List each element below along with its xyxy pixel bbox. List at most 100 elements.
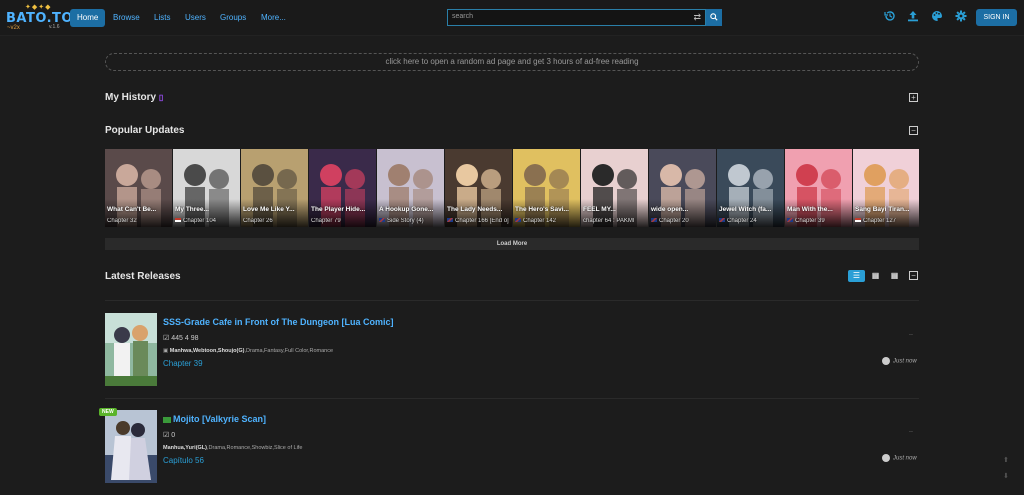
- popular-card-title: The Player Hide...: [311, 206, 366, 213]
- more-options-icon[interactable]: ..: [909, 427, 913, 434]
- popular-card-chapter-text: Chapter 142: [523, 218, 557, 224]
- site-logo[interactable]: ✦◆✦◆ BATO.TO ~v2x v.1.6: [5, 2, 72, 32]
- palette-icon[interactable]: [929, 10, 945, 26]
- nav-home[interactable]: Home: [70, 9, 106, 27]
- popular-card-chapter: Chapter 39: [787, 218, 851, 224]
- popular-card-title: wide open...: [651, 206, 689, 213]
- load-more-button[interactable]: Load More: [105, 238, 919, 250]
- history-heading: My History ▯: [105, 92, 163, 103]
- popular-card-chapter: Chapter 79: [311, 218, 375, 224]
- divider: [105, 398, 919, 399]
- popular-card-chapter-text: Chapter 24: [727, 218, 757, 224]
- sign-in-button[interactable]: SIGN IN: [976, 9, 1017, 26]
- release-chapter[interactable]: Chapter 39: [163, 359, 203, 368]
- nav-groups[interactable]: Groups: [220, 9, 246, 27]
- popular-card-chapter-text: chapter 64 : PAKMI: [583, 218, 635, 224]
- popular-card[interactable]: What Can't Be... Chapter 32: [105, 149, 172, 227]
- search-placeholder: search: [452, 13, 474, 20]
- history-title: My History: [105, 92, 157, 103]
- popular-card-chapter-text: Chapter 32: [107, 218, 137, 224]
- popular-card[interactable]: A Hookup Gone... Side Story (4): [377, 149, 444, 227]
- popular-card-chapter: Chapter 20: [651, 218, 715, 224]
- latest-collapse-button[interactable]: −: [909, 271, 918, 280]
- view-list-button[interactable]: ☰: [848, 270, 865, 282]
- release-time-text: Just now: [893, 358, 917, 365]
- logo-sub: ~v2x: [7, 25, 20, 31]
- popular-card-title: Man With the...: [787, 206, 833, 213]
- avatar[interactable]: [882, 454, 890, 462]
- flag-icon: [787, 218, 793, 223]
- logo-version: v.1.6: [49, 24, 60, 30]
- popular-card-title: The Hero's Savi...: [515, 206, 569, 213]
- release-title[interactable]: Mojito [Valkyrie Scan]: [173, 414, 266, 424]
- latest-title: Latest Releases: [105, 271, 181, 282]
- release-time: Just now: [882, 454, 917, 462]
- popular-collapse-button[interactable]: −: [909, 126, 918, 135]
- release-time-text: Just now: [893, 455, 917, 462]
- logo-mascots: ✦◆✦◆: [25, 4, 52, 11]
- release-cover[interactable]: [105, 313, 157, 386]
- search-input[interactable]: search ⇄: [447, 9, 706, 26]
- popular-card[interactable]: The Lady Needs... Chapter 166 [End o]: [445, 149, 512, 227]
- flag-icon: [447, 218, 453, 223]
- flag-brazil-icon: [163, 416, 171, 423]
- nav-lists[interactable]: Lists: [154, 9, 170, 27]
- top-navbar: ✦◆✦◆ BATO.TO ~v2x v.1.6 Home Browse List…: [0, 0, 1024, 36]
- search-button[interactable]: [706, 9, 722, 26]
- release-title[interactable]: SSS-Grade Cafe in Front of The Dungeon […: [163, 317, 394, 327]
- popular-card[interactable]: The Hero's Savi... Chapter 142: [513, 149, 580, 227]
- history-expand-button[interactable]: +: [909, 93, 918, 102]
- avatar[interactable]: [882, 357, 890, 365]
- scroll-down-icon[interactable]: ⬇: [1003, 472, 1009, 480]
- release-time: Just now: [882, 357, 917, 365]
- book-icon: ▯: [158, 93, 164, 102]
- popular-card-chapter: Chapter 24: [719, 218, 783, 224]
- popular-card-chapter-text: Chapter 20: [659, 218, 689, 224]
- popular-card-title: Jewel Witch (fa...: [719, 206, 772, 213]
- popular-card-title: Love Me Like Y...: [243, 206, 295, 213]
- release-stats: ☑ 0: [163, 431, 175, 439]
- flag-icon: [855, 218, 861, 223]
- more-options-icon[interactable]: ..: [909, 330, 913, 337]
- release-genres-rest: ,Drama,Fantasy,Full Color,Romance: [244, 348, 334, 354]
- release-cover[interactable]: [105, 410, 157, 483]
- check-icon: ☑: [163, 432, 170, 439]
- popular-card[interactable]: FEEL MY... chapter 64 : PAKMI: [581, 149, 648, 227]
- upload-icon[interactable]: [905, 10, 921, 26]
- view-grid-button[interactable]: ▦: [867, 270, 884, 282]
- popular-card[interactable]: Love Me Like Y... Chapter 26: [241, 149, 308, 227]
- popular-card[interactable]: Jewel Witch (fa... Chapter 24: [717, 149, 784, 227]
- scroll-up-icon[interactable]: ⬆: [1003, 456, 1009, 464]
- popular-card-chapter-text: Chapter 26: [243, 218, 273, 224]
- release-genres-rest: ,Drama,Romance,Showbiz,Slice of Life: [207, 445, 303, 451]
- popular-card-chapter-text: Chapter 104: [183, 218, 217, 224]
- popular-card[interactable]: Man With the... Chapter 39: [785, 149, 852, 227]
- nav-users[interactable]: Users: [185, 9, 206, 27]
- release-stats: ☑ 445 4 98: [163, 334, 198, 342]
- popular-card-chapter: Chapter 142: [515, 218, 579, 224]
- ad-free-banner[interactable]: click here to open a random ad page and …: [105, 53, 919, 71]
- popular-card-chapter: Chapter 127: [855, 218, 919, 224]
- nav-browse[interactable]: Browse: [113, 9, 140, 27]
- search-icon: [710, 13, 718, 21]
- shuffle-icon[interactable]: ⇄: [693, 12, 701, 23]
- release-title-row: Mojito [Valkyrie Scan]: [163, 414, 266, 424]
- gear-icon[interactable]: [953, 10, 969, 26]
- popular-card[interactable]: My Three... Chapter 104: [173, 149, 240, 227]
- popular-card-chapter-text: Chapter 166 [End o]: [455, 218, 509, 224]
- release-stats-text: 0: [171, 432, 176, 439]
- view-compact-button[interactable]: ▦: [886, 270, 903, 282]
- popular-card-title: The Lady Needs...: [447, 206, 503, 213]
- history-icon[interactable]: [882, 10, 898, 26]
- popular-card[interactable]: wide open... Chapter 20: [649, 149, 716, 227]
- release-genres: Manhua,Yuri(GL),Drama,Romance,Showbiz,Sl…: [163, 445, 302, 451]
- popular-card-title: My Three...: [175, 206, 209, 213]
- tag-icon: ▣: [163, 348, 169, 354]
- popular-card[interactable]: Sang Bayi Tiran... Chapter 127: [853, 149, 919, 227]
- popular-card-chapter-text: Chapter 79: [311, 218, 341, 224]
- popular-card[interactable]: The Player Hide... Chapter 79: [309, 149, 376, 227]
- nav-more[interactable]: More...: [261, 9, 286, 27]
- flag-icon: [515, 218, 521, 223]
- release-genres-bold: Manhua,Yuri(GL): [163, 445, 207, 451]
- release-chapter[interactable]: Capítulo 56: [163, 456, 204, 465]
